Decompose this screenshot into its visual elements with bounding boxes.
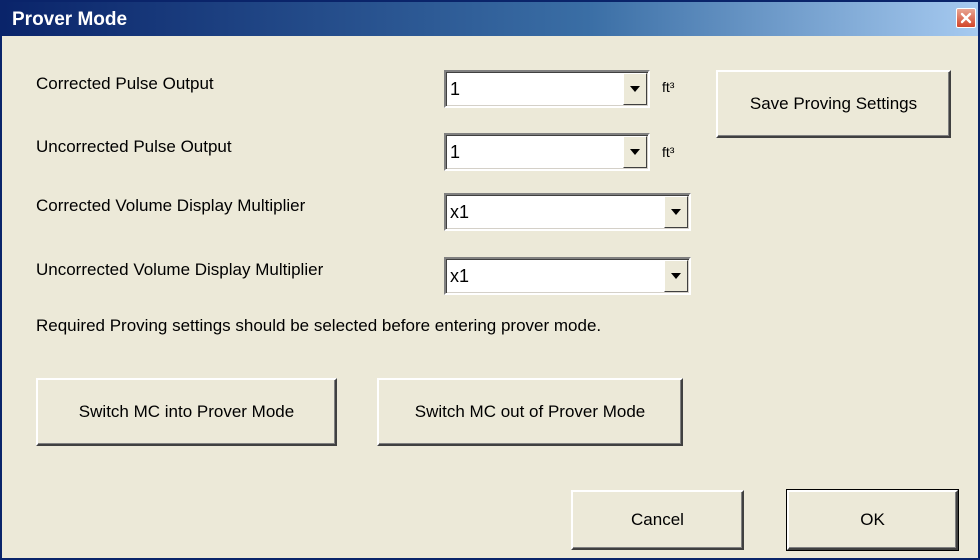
close-icon [960, 12, 972, 24]
corrected-volume-multiplier-label: Corrected Volume Display Multiplier [36, 196, 306, 215]
uncorrected-pulse-output-label: Uncorrected Pulse Output [36, 137, 232, 156]
corrected-pulse-output-select[interactable]: 1 [444, 70, 650, 108]
ok-button[interactable]: OK [786, 489, 959, 551]
uncorrected-pulse-output-value: 1 [450, 142, 461, 162]
switch-out-of-prover-mode-button[interactable]: Switch MC out of Prover Mode [377, 378, 683, 446]
chevron-down-icon[interactable] [623, 73, 647, 105]
dialog-body: Corrected Pulse Output 1 ft³ Uncorrected… [2, 36, 978, 558]
corrected-volume-multiplier-select[interactable]: x1 [444, 193, 691, 231]
prover-mode-dialog: Prover Mode Corrected Pulse Output 1 ft³… [0, 0, 980, 560]
save-proving-settings-button[interactable]: Save Proving Settings [716, 70, 951, 138]
uncorrected-volume-multiplier-select[interactable]: x1 [444, 257, 691, 295]
title-bar[interactable]: Prover Mode [2, 2, 978, 36]
uncorrected-volume-multiplier-value: x1 [450, 266, 470, 286]
cancel-button[interactable]: Cancel [571, 490, 744, 550]
uncorrected-pulse-output-select[interactable]: 1 [444, 133, 650, 171]
close-button[interactable] [956, 8, 976, 28]
corrected-pulse-output-unit: ft³ [662, 79, 675, 95]
proving-settings-note: Required Proving settings should be sele… [36, 316, 602, 335]
corrected-pulse-output-label: Corrected Pulse Output [36, 74, 214, 93]
uncorrected-pulse-output-unit: ft³ [662, 144, 675, 160]
corrected-volume-multiplier-value: x1 [450, 202, 470, 222]
chevron-down-icon[interactable] [664, 196, 688, 228]
window-title: Prover Mode [12, 9, 128, 30]
chevron-down-icon[interactable] [623, 136, 647, 168]
uncorrected-volume-multiplier-label: Uncorrected Volume Display Multiplier [36, 260, 324, 279]
chevron-down-icon[interactable] [664, 260, 688, 292]
corrected-pulse-output-value: 1 [450, 79, 461, 99]
switch-into-prover-mode-button[interactable]: Switch MC into Prover Mode [36, 378, 337, 446]
